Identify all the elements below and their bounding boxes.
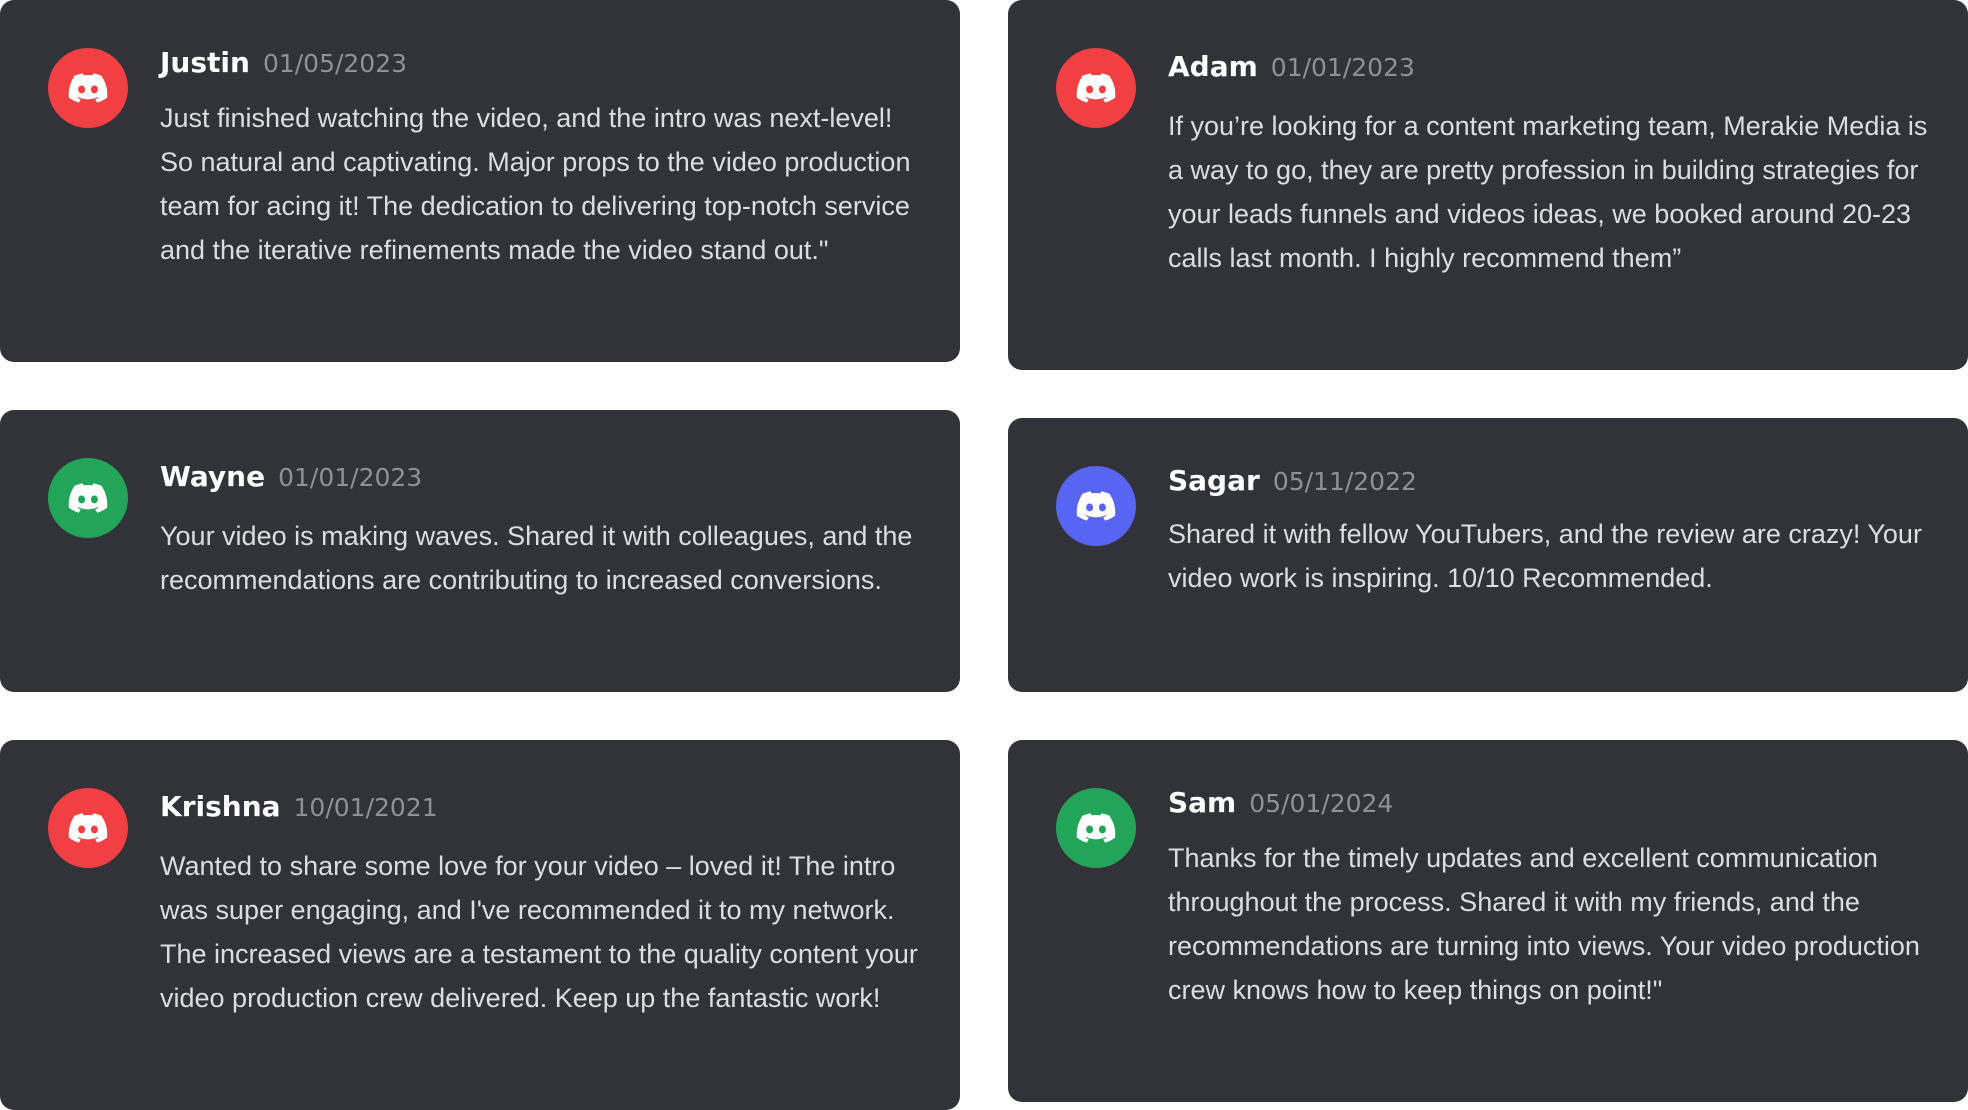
username[interactable]: Sagar	[1168, 464, 1260, 497]
review-header: Justin 01/05/2023	[160, 46, 407, 79]
avatar[interactable]	[48, 458, 128, 538]
discord-logo-icon	[68, 73, 108, 103]
review-card: Adam 01/01/2023 If you’re looking for a …	[1008, 0, 1968, 370]
timestamp: 01/01/2023	[1270, 53, 1415, 82]
avatar[interactable]	[1056, 788, 1136, 868]
avatar[interactable]	[48, 48, 128, 128]
review-header: Krishna 10/01/2021	[160, 790, 438, 823]
username[interactable]: Krishna	[160, 790, 281, 823]
review-card: Sagar 05/11/2022 Shared it with fellow Y…	[1008, 418, 1968, 692]
discord-logo-icon	[1076, 813, 1116, 843]
username[interactable]: Justin	[160, 46, 250, 79]
review-header: Sam 05/01/2024	[1168, 786, 1393, 819]
avatar[interactable]	[1056, 466, 1136, 546]
review-message: If you’re looking for a content marketin…	[1168, 111, 1928, 273]
review-header: Sagar 05/11/2022	[1168, 464, 1417, 497]
review-message: Shared it with fellow YouTubers, and the…	[1168, 519, 1922, 593]
avatar[interactable]	[48, 788, 128, 868]
review-card: Krishna 10/01/2021 Wanted to share some …	[0, 740, 960, 1110]
review-message: Thanks for the timely updates and excell…	[1168, 843, 1920, 1005]
review-message: Just finished watching the video, and th…	[160, 103, 911, 265]
discord-logo-icon	[1076, 73, 1116, 103]
review-message: Wanted to share some love for your video…	[160, 851, 918, 1013]
username[interactable]: Sam	[1168, 786, 1236, 819]
timestamp: 05/01/2024	[1249, 789, 1394, 818]
avatar[interactable]	[1056, 48, 1136, 128]
review-header: Wayne 01/01/2023	[160, 460, 422, 493]
review-header: Adam 01/01/2023	[1168, 50, 1415, 83]
review-message: Your video is making waves. Shared it wi…	[160, 521, 913, 595]
timestamp: 05/11/2022	[1272, 467, 1417, 496]
discord-logo-icon	[1076, 491, 1116, 521]
timestamp: 10/01/2021	[293, 793, 438, 822]
username[interactable]: Wayne	[160, 460, 265, 493]
discord-logo-icon	[68, 483, 108, 513]
username[interactable]: Adam	[1168, 50, 1258, 83]
timestamp: 01/05/2023	[262, 49, 408, 78]
review-card: Sam 05/01/2024 Thanks for the timely upd…	[1008, 740, 1968, 1102]
timestamp: 01/01/2023	[278, 463, 423, 492]
review-card: Wayne 01/01/2023 Your video is making wa…	[0, 410, 960, 692]
review-card: Justin 01/05/2023 Just finished watching…	[0, 0, 960, 362]
discord-logo-icon	[68, 813, 108, 843]
